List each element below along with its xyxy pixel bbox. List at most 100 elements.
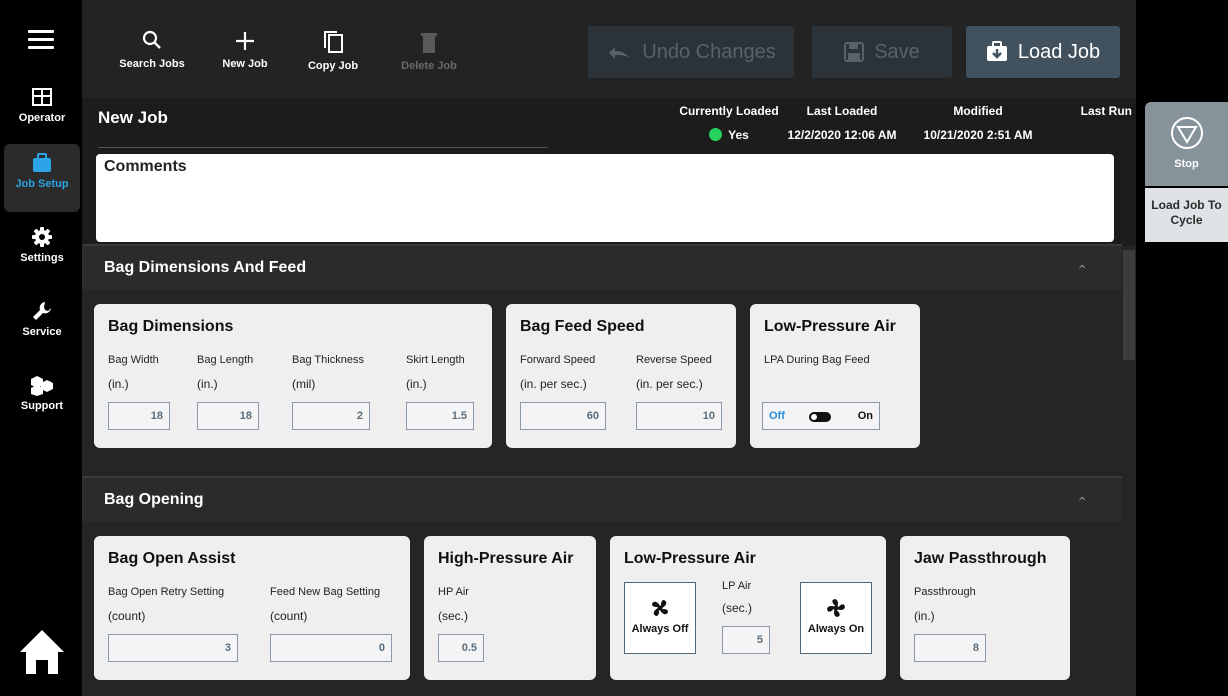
field-unit: (sec.) [722,601,752,615]
copy-job-button[interactable]: Copy Job [300,30,366,72]
nav-label: Operator [18,112,66,124]
save-label: Save [874,40,920,63]
wrench-icon [33,302,51,320]
nav-label: Service [22,326,62,338]
card-title: Bag Dimensions [108,318,234,335]
card-title: Low-Pressure Air [624,550,756,567]
home-icon[interactable] [20,628,64,676]
always-off-button[interactable]: Always Off [624,582,696,654]
forward-speed-input[interactable]: 60 [520,402,606,430]
right-panel: Stop Load Job To Cycle [1145,102,1228,242]
comments-label: Comments [104,158,187,175]
field-label: Bag Width [108,354,159,366]
nav-label: Job Setup [15,178,69,190]
card-bag-dimensions: Bag Dimensions Bag Width (in.) 18 Bag Le… [94,304,492,448]
card-bag-open-assist: Bag Open Assist Bag Open Retry Setting (… [94,536,410,680]
feed-new-bag-input[interactable]: 0 [270,634,392,662]
trash-icon [421,33,437,53]
section-bag-dimensions-feed[interactable]: Bag Dimensions And Feed ⌃ [82,244,1122,290]
load-job-button[interactable]: Load Job [966,26,1120,78]
field-label: Reverse Speed [636,354,712,366]
search-jobs-button[interactable]: Search Jobs [112,28,192,70]
field-unit: (in.) [406,377,427,391]
chevron-up-icon[interactable]: ⌃ [1076,494,1088,511]
toggle-switch[interactable] [809,412,831,422]
currently-loaded: Currently Loaded Yes [674,104,784,142]
job-name: New Job [98,108,168,127]
modified-value: 10/21/2020 2:51 AM [923,128,1033,142]
comments-field[interactable]: Comments [96,154,1114,242]
last-run-label: Last Run [1080,104,1132,118]
card-bag-feed-speed: Bag Feed Speed Forward Speed (in. per se… [506,304,736,448]
lp-air-input[interactable]: 5 [722,626,770,654]
skirt-length-input[interactable]: 1.5 [406,402,474,430]
menu-icon[interactable] [28,30,54,49]
card-title: Jaw Passthrough [914,550,1047,567]
card-title: Bag Feed Speed [520,318,645,335]
scrollbar-thumb[interactable] [1123,250,1135,360]
field-label: Bag Thickness [292,354,364,366]
section-title: Bag Opening [104,491,204,508]
field-unit: (mil) [292,377,316,391]
field-unit: (in.) [914,609,935,623]
app-root: Operator Job Setup Settings Service Supp… [0,0,1228,696]
new-job-label: New Job [222,58,268,70]
field-unit: (in.) [197,377,218,391]
passthrough-input[interactable]: 8 [914,634,986,662]
save-button[interactable]: Save [812,26,952,78]
field-label: Passthrough [914,586,976,598]
card-jaw-passthrough: Jaw Passthrough Passthrough (in.) 8 [900,536,1070,680]
modified: Modified 10/21/2020 2:51 AM [908,104,1048,142]
currently-loaded-label: Currently Loaded [679,104,779,118]
toggle-on-label: On [857,410,873,422]
nav-item-support[interactable]: Support [4,366,80,434]
job-name-field[interactable]: New Job [98,108,548,148]
save-icon [844,42,865,62]
load-job-to-cycle-line1: Load Job To [1151,198,1222,212]
load-job-label: Load Job [1017,40,1101,63]
field-label: Forward Speed [520,354,596,366]
field-unit: (count) [270,609,308,623]
stop-button[interactable]: Stop [1145,102,1228,186]
load-briefcase-icon [986,41,1007,61]
search-jobs-label: Search Jobs [119,58,185,70]
currently-loaded-value: Yes [728,128,749,142]
bag-thickness-input[interactable]: 2 [292,402,370,430]
nav-item-job-setup[interactable]: Job Setup [4,144,80,212]
reverse-speed-input[interactable]: 10 [636,402,722,430]
nav-item-operator[interactable]: Operator [4,78,80,146]
nav-item-service[interactable]: Service [4,292,80,360]
field-label: LPA During Bag Feed [764,354,870,366]
field-unit: (in.) [108,377,129,391]
last-loaded-label: Last Loaded [806,104,878,118]
chevron-up-icon[interactable]: ⌃ [1076,262,1088,279]
lpa-bag-feed-toggle[interactable]: Off On [762,402,880,430]
toggle-off-label: Off [769,410,785,422]
bag-open-retry-input[interactable]: 3 [108,634,238,662]
field-unit: (in. per sec.) [520,377,587,391]
left-nav: Operator Job Setup Settings Service Supp… [0,0,82,696]
field-label: Bag Length [197,354,254,366]
always-on-button[interactable]: Always On [800,582,872,654]
card-low-pressure-air-opening: Low-Pressure Air Always Off LP Air (sec.… [610,536,886,680]
field-label: Bag Open Retry Setting [108,586,225,598]
card-title: Low-Pressure Air [764,318,896,335]
field-unit: (sec.) [438,609,468,623]
briefcase-icon [33,153,51,172]
bag-length-input[interactable]: 18 [197,402,259,430]
bag-width-input[interactable]: 18 [108,402,170,430]
hp-air-input[interactable]: 0.5 [438,634,484,662]
card-low-pressure-air-feed: Low-Pressure Air LPA During Bag Feed Off… [750,304,920,448]
new-job-button[interactable]: New Job [212,28,278,70]
nav-label: Support [20,400,64,412]
undo-changes-button[interactable]: Undo Changes [588,26,794,78]
delete-job-label: Delete Job [401,60,457,72]
nav-item-settings[interactable]: Settings [4,218,80,286]
copy-job-label: Copy Job [307,60,359,72]
delete-job-button[interactable]: Delete Job [394,30,464,72]
field-unit: (count) [108,609,146,623]
fan-on-icon [827,599,845,617]
card-high-pressure-air: High-Pressure Air HP Air (sec.) 0.5 [424,536,596,680]
load-job-to-cycle-button[interactable]: Load Job To Cycle [1145,188,1228,242]
section-bag-opening[interactable]: Bag Opening ⌃ [82,476,1122,522]
